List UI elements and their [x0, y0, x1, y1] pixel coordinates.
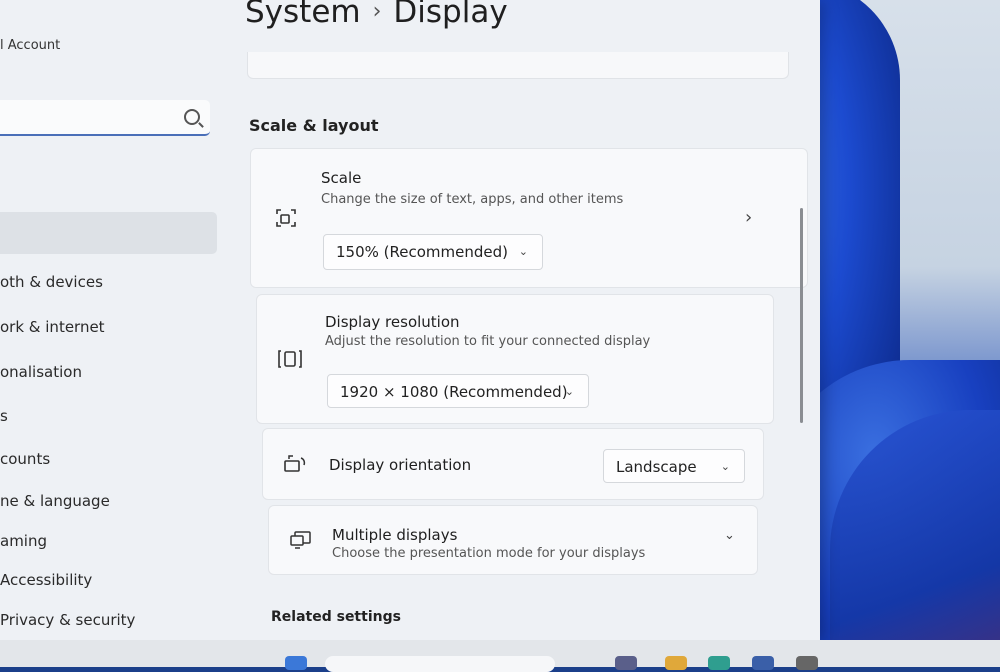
multiple-displays-icon	[290, 531, 311, 549]
display-orientation-label: Display orientation	[329, 456, 472, 474]
sidebar-item-bluetooth[interactable]: oth & devices	[0, 273, 103, 291]
display-orientation-dropdown[interactable]: Landscape ⌄	[603, 449, 745, 483]
scale-icon	[276, 209, 296, 227]
sidebar: l Account oth & devices ork & internet o…	[0, 0, 225, 640]
settings-gear-icon[interactable]	[796, 656, 818, 670]
multiple-displays-description: Choose the presentation mode for your di…	[332, 546, 646, 561]
folder-icon[interactable]	[665, 656, 687, 670]
chevron-down-icon: ⌄	[720, 460, 730, 473]
resolution-icon	[278, 350, 302, 368]
scrollbar[interactable]	[800, 208, 803, 423]
taskbar-search[interactable]	[325, 656, 555, 672]
display-resolution-value: 1920 × 1080 (Recommended)	[340, 383, 568, 401]
chevron-down-icon[interactable]: ⌄	[724, 528, 735, 543]
previous-card[interactable]	[247, 52, 789, 79]
breadcrumb-parent[interactable]: System	[245, 0, 361, 30]
scale-card[interactable]: Scale Change the size of text, apps, and…	[250, 148, 808, 288]
section-title-related-settings: Related settings	[271, 609, 401, 625]
start-icon[interactable]	[285, 656, 307, 670]
display-resolution-dropdown[interactable]: 1920 × 1080 (Recommended) ⌄	[327, 374, 589, 408]
main-content: System › Display Scale & layout Scale Chan…	[225, 0, 820, 640]
search-input[interactable]	[0, 100, 210, 136]
sidebar-item-gaming[interactable]: aming	[0, 532, 47, 550]
sidebar-item-accessibility[interactable]: Accessibility	[0, 571, 92, 589]
sidebar-item-privacy[interactable]: Privacy & security	[0, 611, 135, 629]
display-resolution-description: Adjust the resolution to fit your connec…	[325, 334, 651, 349]
chevron-down-icon: ⌄	[564, 385, 574, 398]
scale-label: Scale	[321, 169, 362, 187]
sidebar-item-time-language[interactable]: ne & language	[0, 492, 110, 510]
chevron-down-icon: ⌄	[518, 245, 528, 258]
sidebar-item-network[interactable]: ork & internet	[0, 318, 105, 336]
app-icon[interactable]	[615, 656, 637, 670]
sidebar-item-accounts[interactable]: counts	[0, 450, 50, 468]
multiple-displays-label: Multiple displays	[332, 526, 458, 544]
page-title: System › Display	[245, 0, 508, 30]
app-icon[interactable]	[752, 656, 774, 670]
search-icon[interactable]	[184, 109, 200, 125]
sidebar-item-apps[interactable]: s	[0, 407, 8, 425]
breadcrumb-separator: ›	[372, 0, 382, 24]
orientation-icon	[284, 455, 306, 472]
settings-window: l Account oth & devices ork & internet o…	[0, 0, 820, 640]
taskbar	[0, 640, 1000, 672]
scale-description: Change the size of text, apps, and other…	[321, 192, 624, 207]
sidebar-item-personalisation[interactable]: onalisation	[0, 363, 82, 381]
scale-dropdown[interactable]: 150% (Recommended) ⌄	[323, 234, 543, 270]
chevron-right-icon[interactable]: ›	[745, 207, 752, 228]
breadcrumb-current: Display	[393, 0, 508, 30]
multiple-displays-card[interactable]: Multiple displays Choose the presentatio…	[268, 505, 758, 575]
display-orientation-value: Landscape	[616, 458, 697, 476]
scale-value: 150% (Recommended)	[336, 243, 508, 261]
section-title-scale-layout: Scale & layout	[249, 116, 379, 135]
display-resolution-card[interactable]: Display resolution Adjust the resolution…	[256, 294, 774, 424]
display-orientation-card[interactable]: Display orientation Landscape ⌄	[262, 428, 764, 500]
display-resolution-label: Display resolution	[325, 313, 460, 331]
sidebar-item-system[interactable]	[0, 212, 217, 254]
browser-icon[interactable]	[708, 656, 730, 670]
account-label[interactable]: l Account	[0, 38, 60, 53]
